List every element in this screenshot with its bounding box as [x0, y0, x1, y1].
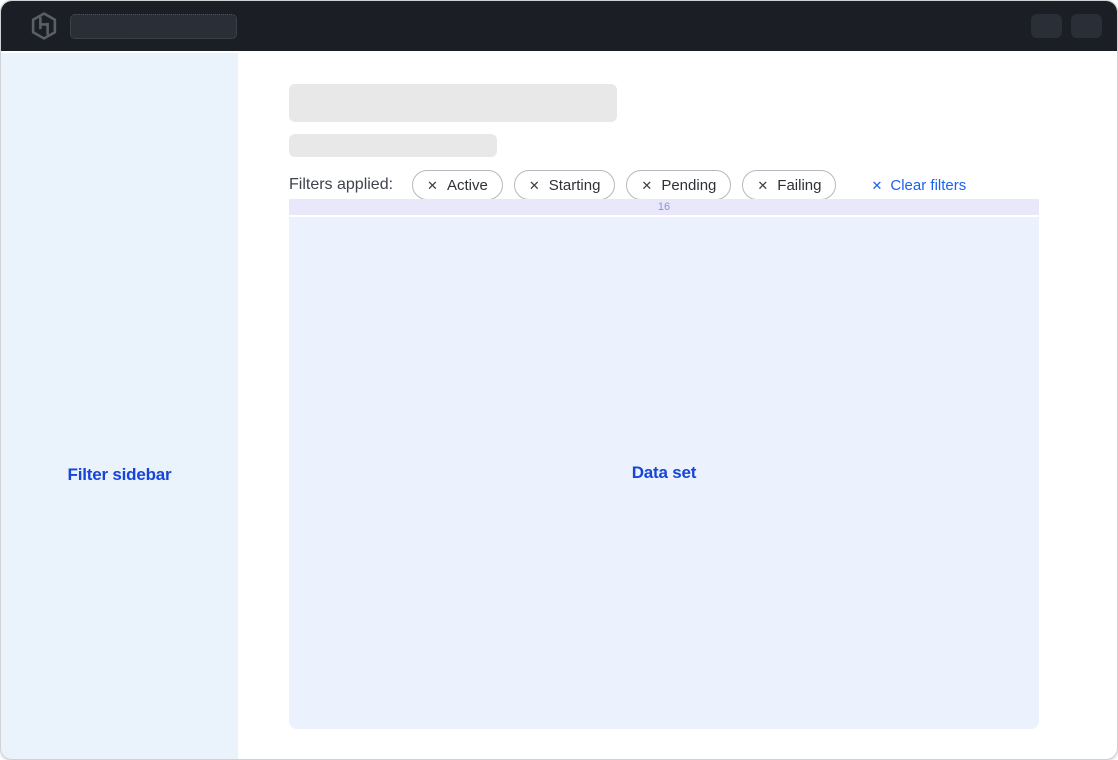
close-icon[interactable]: ✕: [641, 179, 652, 192]
filter-chip-failing[interactable]: ✕ Failing: [742, 170, 836, 200]
search-input[interactable]: [70, 14, 237, 39]
dataset-count-strip: 16: [289, 199, 1039, 215]
topbar-button-placeholder-1[interactable]: [1031, 14, 1062, 38]
clear-filters-label: Clear filters: [890, 177, 966, 194]
title-placeholder-block: [289, 84, 617, 122]
filter-chip-pending[interactable]: ✕ Pending: [626, 170, 731, 200]
dataset-label: Data set: [632, 463, 697, 483]
filter-chip-label: Failing: [777, 177, 821, 194]
topbar-button-placeholder-2[interactable]: [1071, 14, 1102, 38]
filters-applied-label: Filters applied:: [289, 176, 393, 194]
topbar: [1, 1, 1117, 51]
filter-chip-active[interactable]: ✕ Active: [412, 170, 503, 200]
close-icon[interactable]: ✕: [757, 179, 768, 192]
filter-sidebar: Filter sidebar: [1, 53, 238, 759]
dataset-area: Data set: [289, 217, 1039, 729]
hashicorp-logo-icon[interactable]: [31, 12, 57, 40]
close-icon: ✕: [871, 179, 882, 192]
filters-applied-row: Filters applied: ✕ Active ✕ Starting ✕ P…: [289, 170, 966, 200]
filter-chip-label: Starting: [549, 177, 601, 194]
dataset-count: 16: [658, 201, 670, 213]
filter-chip-label: Pending: [661, 177, 716, 194]
close-icon[interactable]: ✕: [427, 179, 438, 192]
filter-chip-starting[interactable]: ✕ Starting: [514, 170, 616, 200]
filter-chip-label: Active: [447, 177, 488, 194]
clear-filters-link[interactable]: ✕ Clear filters: [871, 177, 966, 194]
close-icon[interactable]: ✕: [529, 179, 540, 192]
filter-sidebar-label: Filter sidebar: [1, 465, 238, 485]
app-window: Filter sidebar Filters applied: ✕ Active…: [0, 0, 1118, 760]
subtitle-placeholder-block: [289, 134, 497, 157]
